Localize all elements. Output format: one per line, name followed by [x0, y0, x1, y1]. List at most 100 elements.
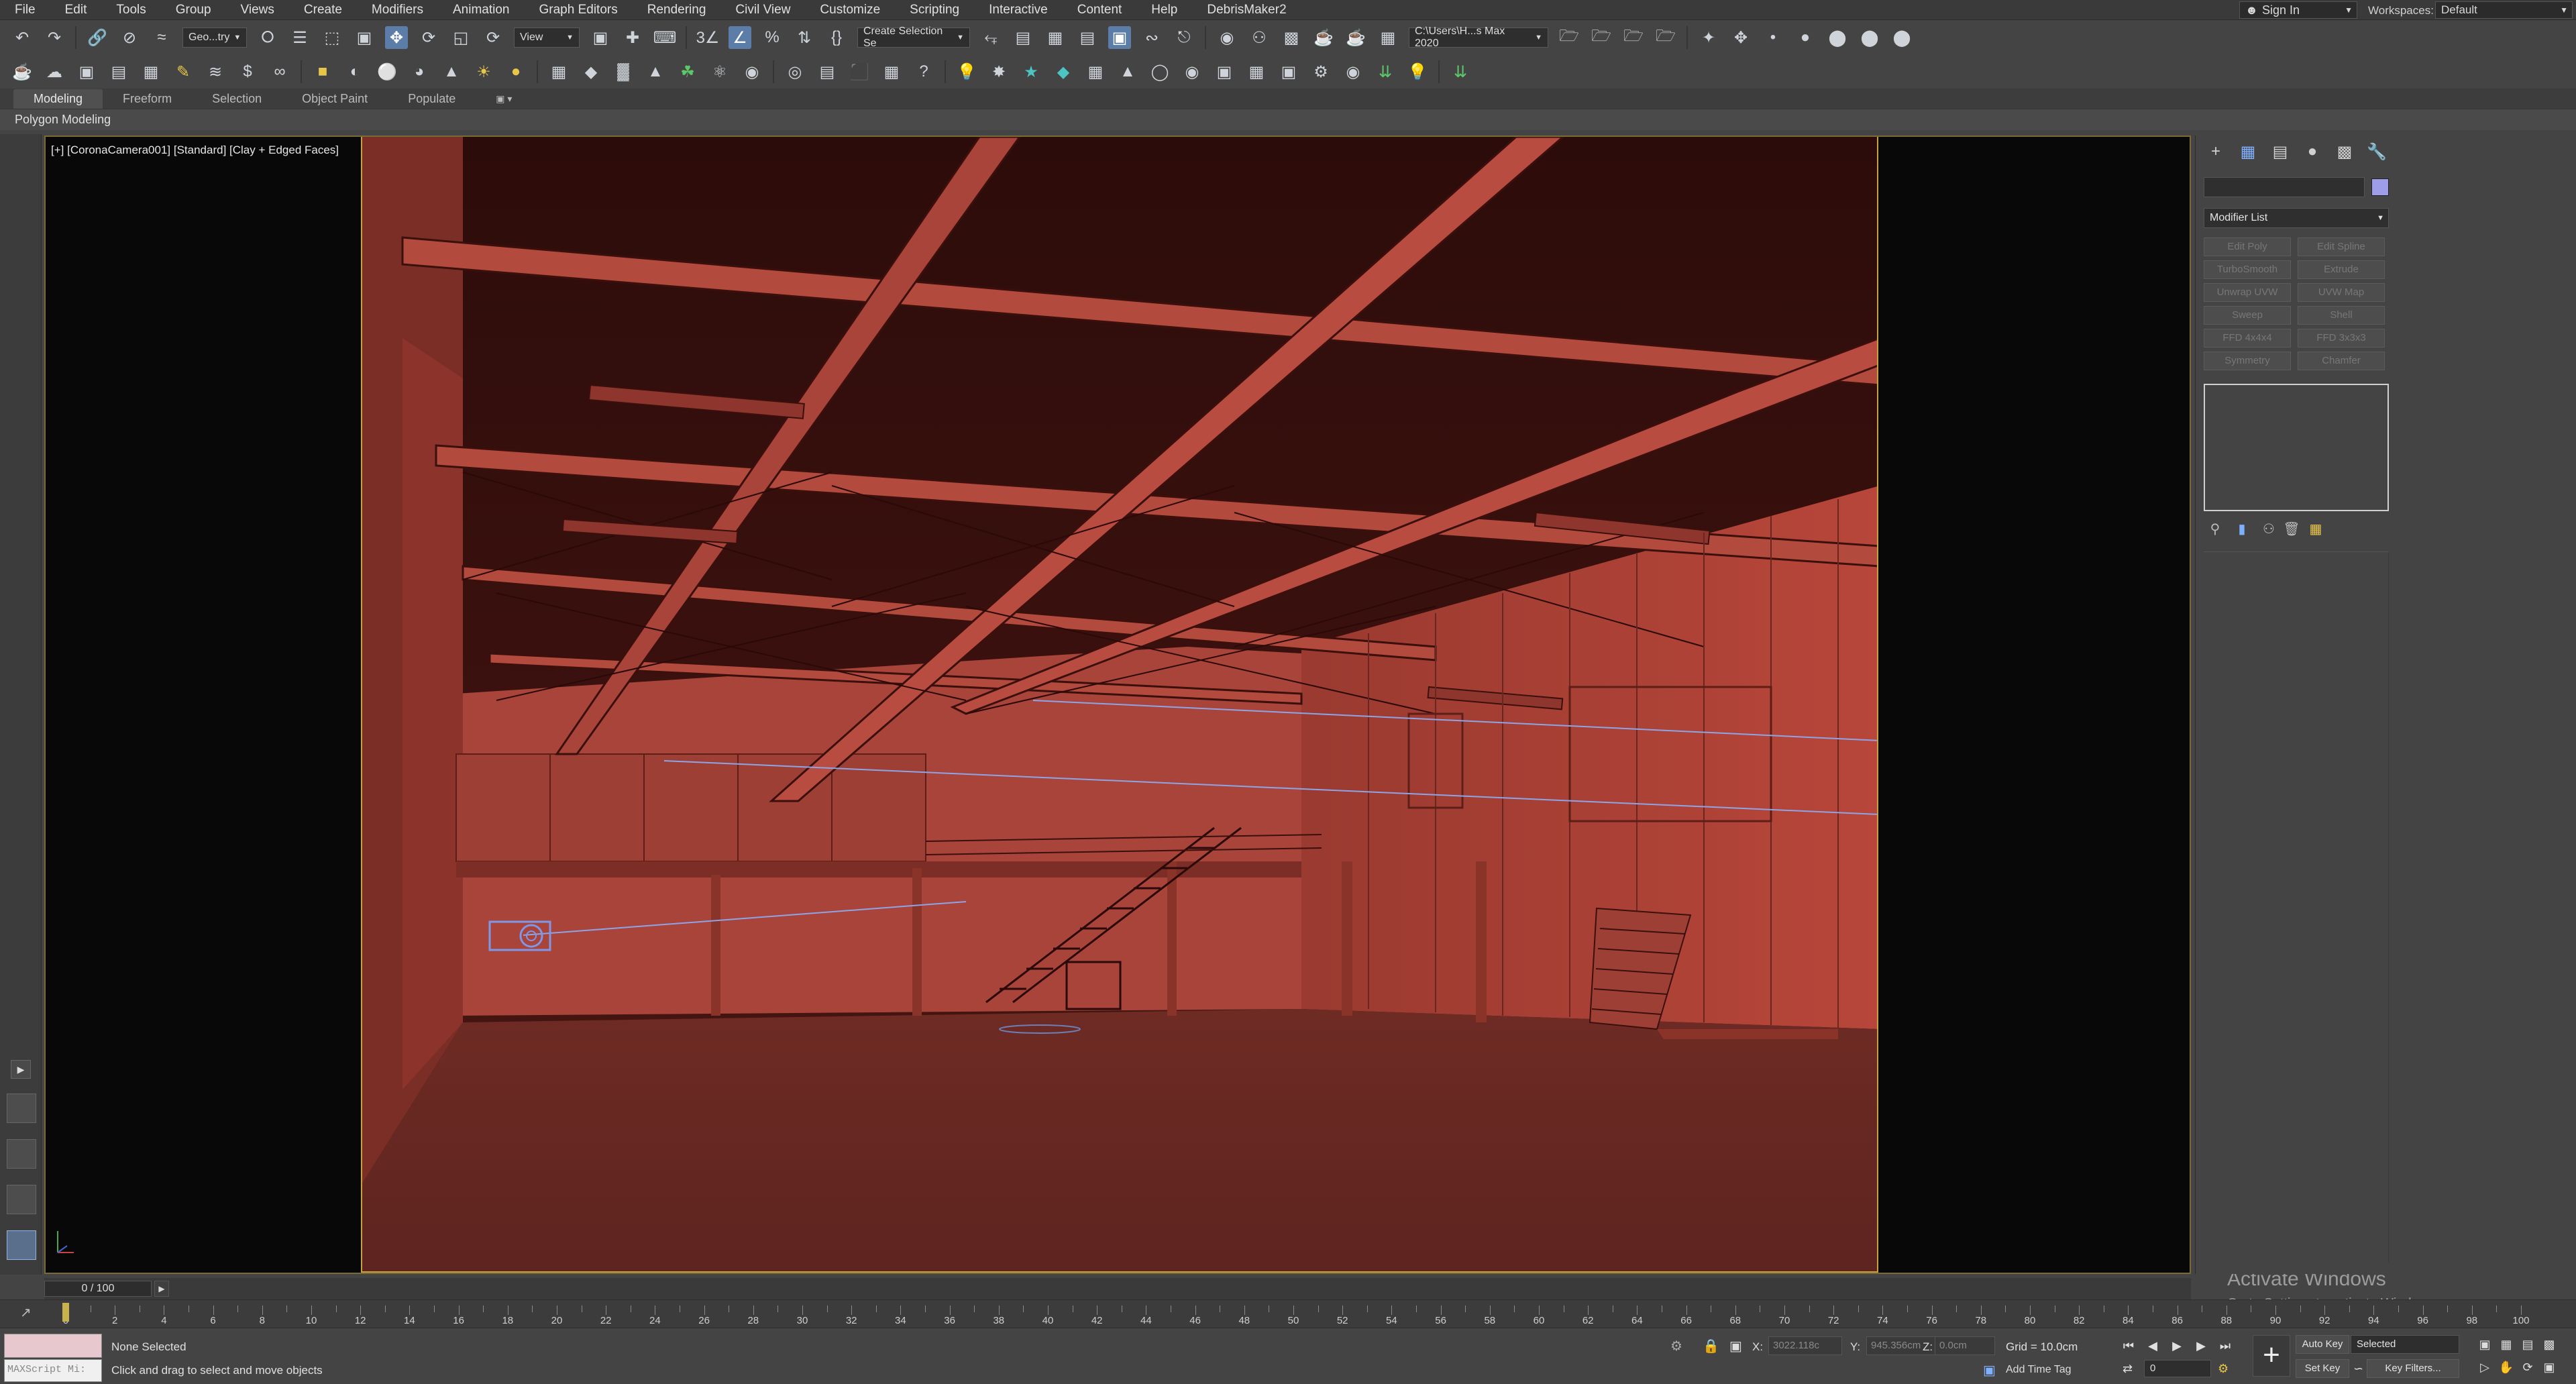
corona-decal-icon[interactable]: ▲ [1116, 60, 1139, 83]
project-create-icon[interactable]: 🗁 [1622, 26, 1645, 49]
help-icon[interactable]: ? [912, 60, 935, 83]
reference-coord-dropdown[interactable]: View ▼ [514, 28, 580, 48]
auto-key-button[interactable]: Auto Key [2296, 1335, 2349, 1354]
current-frame-field[interactable]: 0 [2144, 1360, 2211, 1377]
ribbon-tab-object-paint[interactable]: Object Paint [282, 89, 388, 109]
ribbon-tab-populate[interactable]: Populate [388, 89, 476, 109]
unlink-icon[interactable]: ⊘ [118, 26, 141, 49]
project-set-icon[interactable]: 🗁 [1590, 26, 1613, 49]
maximize-viewport-icon[interactable]: ▣ [2540, 1358, 2559, 1377]
goto-start-icon[interactable]: ⏮ [2118, 1336, 2139, 1355]
menu-civil-view[interactable]: Civil View [720, 3, 805, 17]
proxy-icon[interactable]: ◆ [580, 60, 602, 83]
corona-volume-icon[interactable]: ◯ [1148, 60, 1171, 83]
modifier-button-sweep[interactable]: Sweep [2204, 306, 2291, 325]
rect-selection-icon[interactable]: ⬚ [321, 26, 343, 49]
display-tab-icon[interactable]: ▩ [2331, 142, 2358, 166]
fx-icon[interactable]: ⚛ [708, 60, 731, 83]
menu-tools[interactable]: Tools [101, 3, 160, 17]
hierarchy-tab-icon[interactable]: ▤ [2267, 142, 2294, 166]
modifier-button-ffd-3x3x3[interactable]: FFD 3x3x3 [2298, 329, 2385, 348]
ribbon-panel-title[interactable]: Polygon Modeling [15, 113, 111, 127]
menu-rendering[interactable]: Rendering [633, 3, 721, 17]
align-icon[interactable]: ▤ [1012, 26, 1034, 49]
zoom-extents-icon[interactable]: ▤ [2518, 1335, 2537, 1354]
sphere-icon[interactable]: ⚪ [376, 60, 398, 83]
plugin-circle-large-icon[interactable]: ⬤ [1858, 26, 1881, 49]
selection-lock-icon[interactable]: 🔒 [1703, 1338, 1719, 1354]
select-manipulate-icon[interactable]: ✚ [621, 26, 644, 49]
pin-stack-icon[interactable]: ⚲ [2206, 521, 2224, 538]
menu-interactive[interactable]: Interactive [974, 3, 1063, 17]
motion-tab-icon[interactable]: ● [2299, 142, 2326, 166]
menu-scripting[interactable]: Scripting [895, 3, 974, 17]
ribbon-toggle-icon[interactable]: ▣ [1108, 26, 1131, 49]
menu-content[interactable]: Content [1063, 3, 1137, 17]
menu-animation[interactable]: Animation [438, 3, 525, 17]
project-empty-icon[interactable]: 🗁 [1654, 26, 1677, 49]
spray-icon[interactable]: ≋ [204, 60, 227, 83]
z-coordinate-field[interactable]: 0.0cm [1935, 1336, 1995, 1355]
modifier-list-dropdown[interactable]: Modifier List ▼ [2204, 208, 2389, 228]
menu-edit[interactable]: Edit [50, 3, 102, 17]
zoom-extents-all-icon[interactable]: ▩ [2540, 1335, 2559, 1354]
plugin-tool-icon[interactable]: ✦ [1697, 26, 1720, 49]
selection-filter-dropdown[interactable]: Geo...try ▼ [182, 28, 247, 48]
menu-create[interactable]: Create [289, 3, 357, 17]
menu-customize[interactable]: Customize [805, 3, 895, 17]
orbit-icon[interactable]: ⟳ [2518, 1358, 2537, 1377]
corona-slicer-icon[interactable]: ▦ [1084, 60, 1107, 83]
time-tag-icon[interactable]: ▣ [1983, 1362, 1996, 1379]
layout-tab-icon[interactable] [7, 1094, 36, 1123]
mirror-icon[interactable]: ⥆ [979, 26, 1002, 49]
select-move-icon[interactable]: ✥ [385, 26, 408, 49]
menu-group[interactable]: Group [161, 3, 226, 17]
modifier-button-turbosmooth[interactable]: TurboSmooth [2204, 260, 2291, 279]
layout-tab-active-icon[interactable] [7, 1230, 36, 1260]
menu-graph-editors[interactable]: Graph Editors [525, 3, 633, 17]
edit-named-selection-icon[interactable]: {⁠} [825, 26, 848, 49]
render-production-icon[interactable]: ☕ [1344, 26, 1367, 49]
utilities-tab-icon[interactable]: 🔧 [2363, 142, 2390, 166]
chevrons-down-icon[interactable]: ⇊ [1374, 60, 1397, 83]
object-name-field[interactable] [2204, 177, 2365, 197]
select-rotate-icon[interactable]: ⟳ [417, 26, 440, 49]
corona-vfb-icon[interactable]: ▣ [1213, 60, 1236, 83]
render-iterative-icon[interactable]: ▦ [1377, 26, 1399, 49]
link-icon[interactable]: 🔗 [86, 26, 109, 49]
brick-icon[interactable]: ◉ [741, 60, 763, 83]
previous-frame-icon[interactable]: ◀ [2143, 1336, 2163, 1355]
select-scale-icon[interactable]: ◱ [449, 26, 472, 49]
key-filters-button[interactable]: Key Filters... [2367, 1359, 2459, 1378]
named-selection-dropdown[interactable]: Create Selection Se ▼ [857, 25, 970, 49]
bulb-icon[interactable]: 💡 [1406, 60, 1429, 83]
plugin-move-icon[interactable]: ✥ [1729, 26, 1752, 49]
bake-icon[interactable]: ▦ [880, 60, 903, 83]
percent-snap-icon[interactable]: % [761, 26, 784, 49]
curve-editor-icon[interactable]: ∾ [1140, 26, 1163, 49]
corona-camera-icon[interactable]: ◉ [1181, 60, 1203, 83]
object-color-swatch[interactable] [2371, 178, 2389, 196]
expand-layouts-icon[interactable]: ▶ [11, 1060, 31, 1079]
next-frame-icon[interactable]: ▶ [154, 1281, 169, 1297]
show-end-result-icon[interactable]: ▮ [2233, 521, 2251, 538]
corona-light-icon[interactable]: 💡 [955, 60, 978, 83]
set-key-button[interactable]: Set Key [2296, 1359, 2349, 1378]
layout-tab-icon[interactable] [7, 1185, 36, 1214]
plugin-circle-icon[interactable]: ⬤ [1826, 26, 1849, 49]
configure-sets-icon[interactable]: ▦ [2307, 521, 2324, 538]
corona-scatter-icon[interactable]: ★ [1020, 60, 1042, 83]
teapot-icon[interactable]: ☕ [11, 60, 34, 83]
bind-spacewarp-icon[interactable]: ≈ [150, 26, 173, 49]
select-object-icon[interactable]: ⭘ [256, 26, 279, 49]
modifier-button-edit-spline[interactable]: Edit Spline [2298, 237, 2385, 256]
sign-in-button[interactable]: ☻ Sign In ▼ [2239, 1, 2357, 19]
menu-file[interactable]: File [0, 3, 50, 17]
ribbon-options-icon[interactable]: ▣ ▾ [476, 91, 532, 107]
make-unique-icon[interactable]: ⚇ [2260, 521, 2277, 538]
track-bar[interactable]: ↗ 02468101214161820222426283032343638404… [0, 1299, 2576, 1328]
orb-icon[interactable]: ● [504, 60, 527, 83]
remove-modifier-icon[interactable]: 🗑 [2283, 521, 2300, 538]
snap-3d-icon[interactable]: 3∠ [696, 26, 720, 49]
corona-lister-icon[interactable]: ▣ [1277, 60, 1300, 83]
